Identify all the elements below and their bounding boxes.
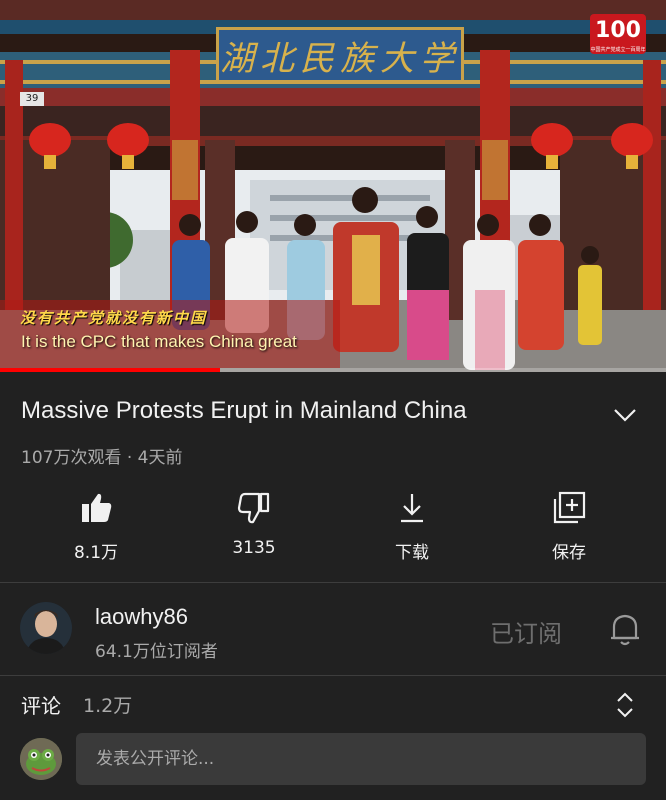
- progress-bar[interactable]: [0, 368, 220, 372]
- dislike-button[interactable]: 3135: [194, 490, 314, 558]
- subscribed-button[interactable]: 已订阅: [490, 614, 562, 649]
- like-count: 8.1万: [73, 543, 119, 563]
- dislike-count: 3135: [232, 538, 276, 558]
- user-avatar: [20, 738, 62, 780]
- view-count: 107万次观看: [21, 448, 122, 468]
- anniversary-logo-caption: 中国共产党成立一百周年: [590, 47, 646, 53]
- video-title[interactable]: Massive Protests Erupt in Mainland China: [21, 397, 601, 425]
- download-icon: [401, 494, 423, 523]
- gate-number-plate: 39: [20, 92, 44, 106]
- gate-sign: 湖北民族大学: [216, 27, 464, 83]
- subscriber-count: 64.1万位订阅者: [95, 642, 218, 662]
- anniversary-logo-number: 100: [595, 18, 641, 43]
- chevron-down-icon: [614, 409, 636, 422]
- comments-heading[interactable]: 评论: [21, 690, 61, 719]
- thumbs-down-icon: [237, 492, 270, 524]
- save-label: 保存: [552, 543, 586, 563]
- video-player[interactable]: 湖北民族大学 39 100 中国共产党成立一百周年 没有共产党就没有新中国 It…: [0, 0, 666, 372]
- subtitle-chinese: 没有共产党就没有新中国: [20, 309, 208, 327]
- expand-description-button[interactable]: [610, 400, 640, 430]
- upload-age: 4天前: [137, 448, 183, 468]
- save-button[interactable]: 保存: [509, 490, 629, 563]
- save-to-playlist-icon: [553, 491, 586, 524]
- subtitle-english: It is the CPC that makes China great: [21, 332, 297, 351]
- unfold-icon: [617, 692, 633, 718]
- divider: [0, 675, 666, 676]
- channel-avatar-image: [20, 602, 72, 654]
- anniversary-logo: 100 中国共产党成立一百周年: [590, 14, 646, 54]
- divider: [0, 582, 666, 583]
- channel-avatar[interactable]: [20, 602, 72, 654]
- thumbs-up-icon: [82, 493, 112, 522]
- download-button[interactable]: 下载: [352, 490, 472, 563]
- bell-icon: [611, 614, 639, 646]
- notification-bell-button[interactable]: [608, 611, 642, 647]
- expand-comments-button[interactable]: [612, 690, 638, 720]
- user-avatar-image: [20, 738, 62, 780]
- channel-name[interactable]: laowhy86: [95, 604, 188, 630]
- download-label: 下载: [395, 543, 429, 563]
- comments-count: 1.2万: [83, 695, 133, 717]
- meta-separator: ·: [121, 448, 138, 468]
- video-meta: 107万次观看 · 4天前: [21, 443, 183, 468]
- like-button[interactable]: 8.1万: [36, 490, 156, 563]
- comment-input[interactable]: 发表公开评论...: [76, 733, 646, 785]
